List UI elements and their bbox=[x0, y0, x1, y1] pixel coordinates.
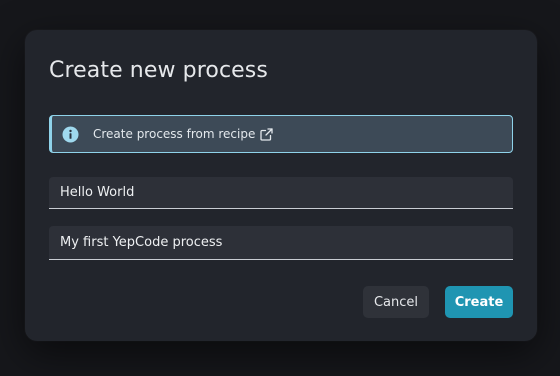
recipe-info-banner: Create process from recipe bbox=[49, 115, 513, 153]
cancel-button[interactable]: Cancel bbox=[363, 286, 429, 318]
recipe-link-text[interactable]: Create process from recipe bbox=[93, 127, 255, 141]
create-process-dialog: Create new process Create process from r… bbox=[25, 30, 537, 341]
dialog-title: Create new process bbox=[49, 58, 268, 83]
external-link-icon[interactable] bbox=[260, 127, 273, 141]
process-name-input[interactable] bbox=[49, 177, 513, 209]
process-description-input[interactable] bbox=[49, 226, 513, 260]
info-icon bbox=[62, 126, 79, 143]
create-button[interactable]: Create bbox=[445, 286, 513, 318]
